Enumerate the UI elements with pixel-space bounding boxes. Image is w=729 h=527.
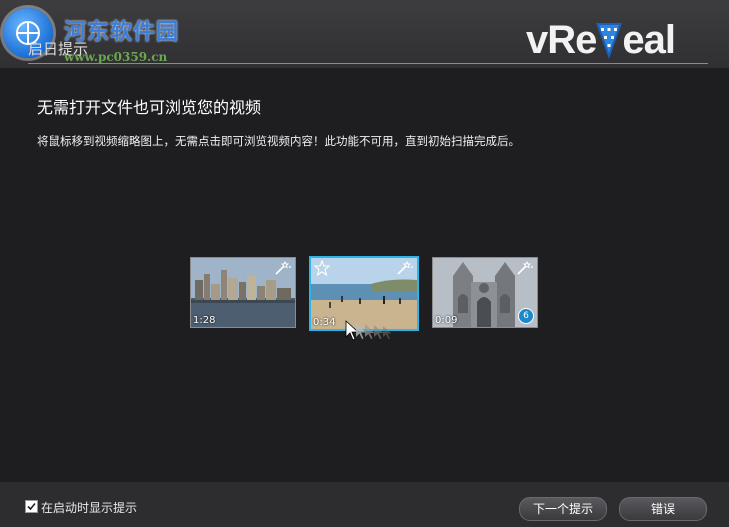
mouse-cursor-trail-icon <box>345 320 392 341</box>
window-title: 启日提示 <box>28 40 89 58</box>
close-button[interactable]: 错误 <box>619 497 707 521</box>
next-tip-button[interactable]: 下一个提示 <box>519 497 607 521</box>
magic-wand-icon[interactable] <box>396 260 414 279</box>
video-duration: 0:34 <box>313 317 336 328</box>
vreveal-logo: vRe eal <box>526 18 676 63</box>
film-v-icon <box>596 19 623 61</box>
tip-title: 无需打开文件也可浏览您的视频 <box>37 98 262 117</box>
video-thumbnail-3[interactable]: 0:09 6 <box>432 257 538 328</box>
brand-left: vRe <box>526 18 597 62</box>
favorite-star-icon[interactable] <box>313 259 331 280</box>
brand-right: eal <box>622 18 676 62</box>
video-thumbnail-1[interactable]: 1:28 <box>190 257 296 328</box>
magic-wand-icon[interactable] <box>274 260 292 279</box>
video-duration: 0:09 <box>435 315 458 326</box>
show-tips-checkbox[interactable] <box>25 500 38 513</box>
magic-wand-icon[interactable] <box>516 260 534 279</box>
checkmark-icon <box>27 502 36 511</box>
tip-body: 将鼠标移到视频缩略图上，无需点击即可浏览视频内容！此功能不可用，直到初始扫描完成… <box>37 134 520 148</box>
show-tips-label[interactable]: 在启动时显示提示 <box>41 499 137 516</box>
video-count-badge: 6 <box>518 308 534 324</box>
video-duration: 1:28 <box>193 315 216 326</box>
